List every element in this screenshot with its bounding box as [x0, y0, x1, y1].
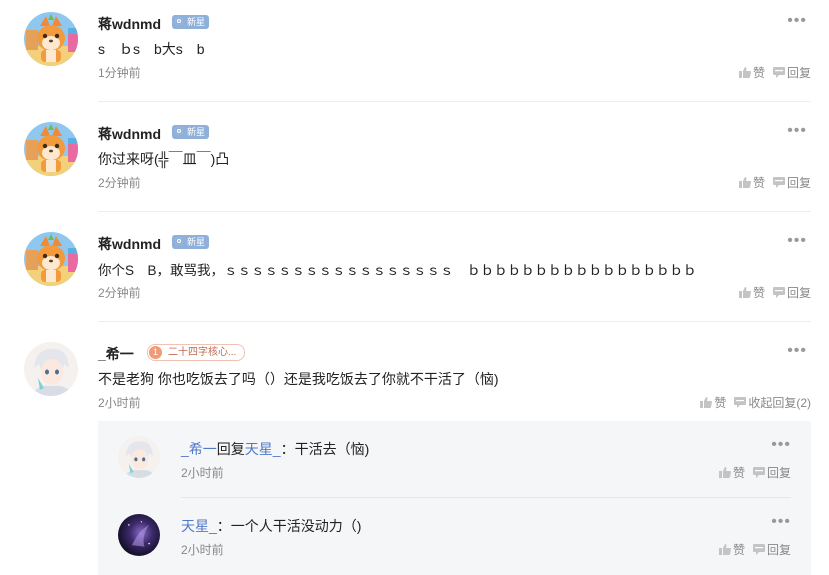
speech-bubble-icon [773, 177, 785, 188]
new-star-badge: 新星 [172, 15, 210, 29]
divider [98, 211, 811, 212]
reply-colon: ： [280, 441, 295, 457]
reply-colon: ： [216, 518, 231, 534]
reply-actions: 赞 回复 [719, 541, 791, 558]
reply-time: 2小时前 [181, 466, 224, 480]
comment-time: 2分钟前 [98, 286, 141, 300]
avatar[interactable] [118, 436, 160, 478]
like-button[interactable]: 赞 [739, 284, 765, 301]
reply-label: 回复 [786, 176, 811, 190]
badge-label: 新星 [187, 17, 206, 27]
thumbs-up-icon [739, 287, 751, 298]
reply-button[interactable]: 回复 [773, 64, 811, 81]
more-dots-icon[interactable]: ••• [787, 232, 807, 250]
reply-button[interactable]: 回复 [773, 284, 811, 301]
thumbs-up-icon [700, 397, 712, 408]
like-label: 赞 [732, 466, 745, 480]
avatar[interactable] [24, 342, 78, 396]
star-badge-icon [175, 237, 183, 245]
reply-button[interactable]: 回复 [773, 174, 811, 191]
comment-time: 2分钟前 [98, 176, 141, 190]
speech-bubble-icon [773, 67, 785, 78]
reply-button[interactable]: 回复 [753, 541, 791, 558]
comment-actions: 赞 回复 [739, 284, 811, 301]
new-star-badge: 新星 [172, 125, 210, 139]
comment-text: 你个S B，敢骂我，ｓｓｓｓｓｓｓｓｓｓｓｓｓｓｓｓｓ ｂｂｂｂｂｂｂｂｂｂｂｂ… [98, 263, 697, 278]
username[interactable]: 蒋wdnmd [98, 14, 161, 34]
divider [181, 497, 791, 498]
like-label: 赞 [752, 66, 765, 80]
comment-text: s ｂs b大s b [98, 41, 205, 57]
thumbs-up-icon [739, 67, 751, 78]
reply-label: 回复 [766, 466, 791, 480]
username[interactable]: _希一 [98, 344, 134, 364]
avatar[interactable] [118, 514, 160, 556]
avatar[interactable] [24, 122, 78, 176]
level-badge: 1 二十四字核心... [147, 344, 246, 361]
comment-actions: 赞 收起回复(2) [700, 394, 811, 411]
reply-author[interactable]: 天星_ [181, 518, 217, 534]
like-label: 赞 [752, 176, 765, 190]
like-button[interactable]: 赞 [739, 174, 765, 191]
like-label: 赞 [714, 396, 727, 410]
username[interactable]: 蒋wdnmd [98, 234, 161, 254]
reply-author[interactable]: _希一 [181, 441, 217, 457]
like-button[interactable]: 赞 [739, 64, 765, 81]
reply-content: 干活去（恼) [294, 441, 370, 457]
like-button[interactable]: 赞 [719, 541, 745, 558]
speech-bubble-icon [734, 397, 746, 408]
divider [98, 321, 811, 322]
comment-text: 你过来呀(╬￣皿￣)凸 [98, 151, 230, 167]
more-dots-icon[interactable]: ••• [787, 12, 807, 30]
comment-actions: 赞 回复 [739, 64, 811, 81]
comment-time: 2小时前 [98, 396, 141, 410]
reply-actions: 赞 回复 [719, 464, 791, 481]
reply-content: 一个人干活没动力（) [230, 518, 362, 534]
reply-label: 回复 [766, 543, 791, 557]
collapse-label: 收起回复(2) [748, 396, 811, 410]
like-label: 赞 [732, 543, 745, 557]
speech-bubble-icon [773, 287, 785, 298]
like-button[interactable]: 赞 [700, 394, 726, 411]
collapse-replies-button[interactable]: 收起回复(2) [734, 394, 811, 411]
thumbs-up-icon [739, 177, 751, 188]
avatar[interactable] [24, 232, 78, 286]
star-badge-icon [175, 127, 183, 135]
level-number: 1 [149, 346, 162, 359]
more-dots-icon[interactable]: ••• [787, 122, 807, 140]
comment-actions: 赞 回复 [739, 174, 811, 191]
reply-time: 2小时前 [181, 543, 224, 557]
speech-bubble-icon [753, 544, 765, 555]
like-label: 赞 [752, 286, 765, 300]
reply-text: 天星_：一个人干活没动力（) [181, 516, 361, 536]
reply-thread: _希一回复天星_：干活去（恼) 2小时前 ••• 赞 回复 天星_：一个人干活没… [98, 421, 811, 575]
badge-label: 新星 [187, 237, 206, 247]
reply-target[interactable]: 天星_ [245, 441, 281, 457]
like-button[interactable]: 赞 [719, 464, 745, 481]
reply-label: 回复 [786, 66, 811, 80]
star-badge-icon [175, 17, 183, 25]
more-dots-icon[interactable]: ••• [771, 436, 791, 454]
reply-button[interactable]: 回复 [753, 464, 791, 481]
new-star-badge: 新星 [172, 235, 210, 249]
thumbs-up-icon [719, 544, 731, 555]
comment-time: 1分钟前 [98, 66, 141, 80]
more-dots-icon[interactable]: ••• [771, 513, 791, 531]
more-dots-icon[interactable]: ••• [787, 342, 807, 360]
speech-bubble-icon [753, 467, 765, 478]
thumbs-up-icon [719, 467, 731, 478]
reply-verb: 回复 [216, 441, 245, 457]
comment-text: 不是老狗 你也吃饭去了吗（）还是我吃饭去了你就不干活了（恼) [98, 371, 499, 387]
username[interactable]: 蒋wdnmd [98, 124, 161, 144]
divider [98, 101, 811, 102]
reply-label: 回复 [786, 286, 811, 300]
avatar[interactable] [24, 12, 78, 66]
badge-label: 新星 [187, 127, 206, 137]
reply-text: _希一回复天星_：干活去（恼) [181, 439, 369, 459]
badge-label: 二十四字核心... [168, 347, 237, 358]
